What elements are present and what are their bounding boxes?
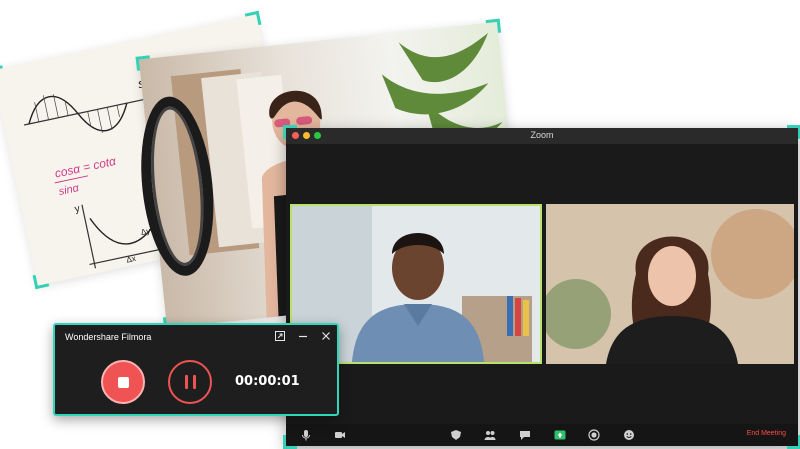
filmora-recorder-panel: Wondershare Filmora 00:00:01 — [53, 323, 339, 416]
participant-woman-image — [546, 204, 794, 364]
pause-recording-button[interactable] — [168, 360, 212, 404]
participants-icon[interactable] — [484, 429, 496, 441]
recording-timer: 00:00:01 — [235, 374, 300, 389]
recorder-title: Wondershare Filmora — [65, 332, 152, 342]
camera-icon[interactable] — [334, 429, 346, 441]
zoom-window-title: Zoom — [530, 130, 554, 140]
close-icon[interactable] — [320, 330, 332, 342]
minimize-icon[interactable] — [297, 330, 309, 342]
participant-video-woman[interactable] — [546, 204, 794, 364]
frame-corner — [135, 55, 151, 71]
zoom-toolbar: End Meeting — [286, 424, 798, 446]
zoom-meeting-window: Zoom End Meeting — [283, 125, 800, 449]
record-icon[interactable] — [588, 429, 600, 441]
stop-recording-button[interactable] — [101, 360, 145, 404]
pop-out-icon[interactable] — [274, 330, 286, 342]
stop-icon — [117, 376, 129, 388]
zoom-titlebar: Zoom — [286, 128, 798, 144]
end-meeting-button[interactable]: End Meeting — [747, 430, 786, 437]
frame-corner — [32, 272, 50, 290]
reactions-icon[interactable] — [623, 429, 635, 441]
label-delta-x: Δx — [126, 254, 137, 265]
frame-corner — [485, 18, 502, 35]
axis-label-y: y — [74, 203, 81, 215]
pause-icon — [184, 375, 188, 389]
mic-icon[interactable] — [300, 429, 312, 441]
formula-cos-denominator: sinα — [58, 182, 81, 198]
frame-corner — [244, 10, 262, 28]
marketing-collage: sinα cosα = cotα sinα y Δy Δx — [0, 0, 800, 449]
chat-icon[interactable] — [519, 429, 531, 441]
security-icon[interactable] — [450, 429, 462, 441]
pause-icon — [192, 375, 196, 389]
share-screen-icon[interactable] — [554, 429, 566, 441]
